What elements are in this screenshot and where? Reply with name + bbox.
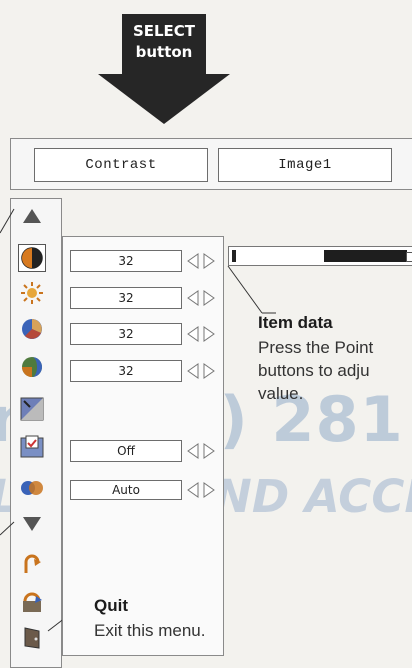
color-temp-icon[interactable] bbox=[20, 397, 44, 421]
tint-icon[interactable] bbox=[20, 355, 44, 379]
white-balance-icon[interactable] bbox=[20, 435, 44, 459]
sharpness-value[interactable]: Auto bbox=[70, 480, 182, 500]
up-arrow-icon[interactable] bbox=[20, 204, 44, 228]
brightness-value[interactable]: 32 bbox=[70, 287, 182, 309]
reset-icon[interactable] bbox=[20, 553, 44, 577]
left-right-arrows-icon[interactable] bbox=[186, 362, 216, 380]
down-arrow-icon[interactable] bbox=[20, 511, 44, 535]
level-slider[interactable] bbox=[228, 246, 412, 266]
gamma-icon[interactable] bbox=[20, 476, 44, 500]
brightness-icon[interactable] bbox=[20, 281, 44, 305]
slider-right-marker bbox=[406, 252, 412, 262]
gamma-value[interactable]: Off bbox=[70, 440, 182, 462]
quit-icon[interactable] bbox=[20, 626, 44, 650]
left-right-arrows-icon[interactable] bbox=[186, 252, 216, 270]
slider-fill bbox=[324, 250, 407, 262]
quit-title: Quit bbox=[94, 596, 128, 615]
item-data-title: Item data bbox=[258, 313, 333, 332]
color-icon[interactable] bbox=[20, 317, 44, 341]
left-right-arrows-icon[interactable] bbox=[186, 325, 216, 343]
item-data-line3: value. bbox=[258, 384, 304, 403]
store-icon[interactable] bbox=[20, 590, 44, 614]
contrast-icon[interactable] bbox=[18, 244, 46, 272]
item-data-line2: buttons to adju bbox=[258, 361, 370, 380]
left-right-arrows-icon[interactable] bbox=[186, 481, 216, 499]
item-data-line1: Press the Point bbox=[258, 338, 374, 357]
quit-text: Exit this menu. bbox=[94, 621, 206, 640]
tint-value[interactable]: 32 bbox=[70, 360, 182, 382]
slider-left-marker bbox=[232, 250, 236, 262]
contrast-value[interactable]: 32 bbox=[70, 250, 182, 272]
left-right-arrows-icon[interactable] bbox=[186, 442, 216, 460]
color-value[interactable]: 32 bbox=[70, 323, 182, 345]
left-right-arrows-icon[interactable] bbox=[186, 289, 216, 307]
